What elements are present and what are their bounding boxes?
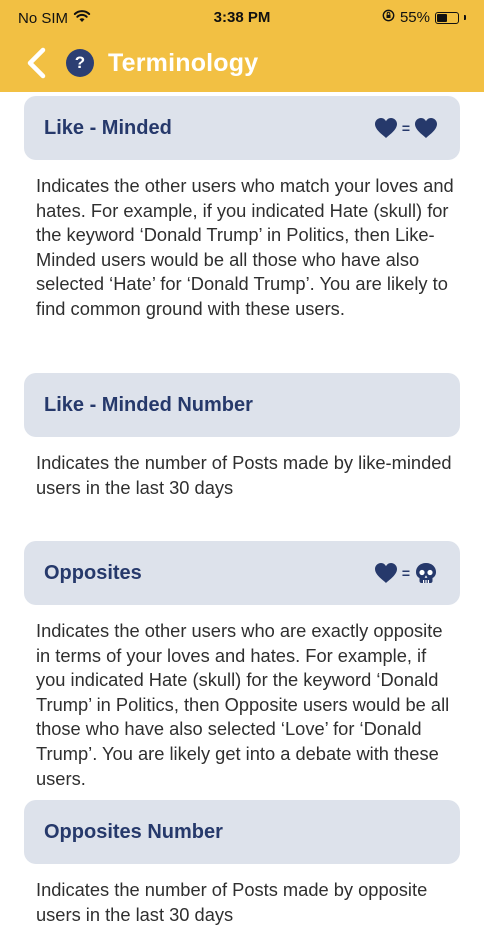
navigation-bar: ? Terminology (0, 38, 484, 88)
term-title: Like - Minded (44, 116, 172, 139)
heart-icon (415, 118, 437, 138)
battery-tip (464, 15, 466, 20)
term-description: Indicates the number of Posts made by li… (36, 452, 452, 498)
help-button[interactable]: ? (66, 49, 94, 77)
term-card-like-minded: Like - Minded = (24, 96, 460, 160)
skull-icon (416, 563, 436, 583)
term-card-opposites: Opposites = (24, 541, 460, 605)
term-title: Like - Minded Number (44, 393, 253, 416)
relation-opposites: = (374, 562, 438, 584)
term-title: Opposites Number (44, 820, 223, 843)
battery-level-fill (437, 13, 447, 22)
app-header: No SIM 3:38 PM 55% ? Terminology (0, 0, 484, 92)
term-description: Indicates the other users who match your… (36, 175, 454, 319)
battery-icon (435, 11, 459, 24)
term-description: Indicates the other users who are exactl… (36, 620, 450, 789)
status-right: 55% (382, 9, 466, 26)
terminology-list: Like - Minded = Indicates the other user… (0, 96, 484, 927)
relation-like-minded: = (374, 117, 438, 139)
term-card-like-minded-number: Like - Minded Number (24, 373, 460, 437)
equals-sign: = (401, 565, 410, 581)
page-title: Terminology (108, 48, 259, 77)
heart-icon (374, 563, 397, 583)
equals-sign: = (401, 120, 410, 136)
orientation-lock-icon (382, 9, 395, 26)
term-card-opposites-number: Opposites Number (24, 800, 460, 864)
status-bar: No SIM 3:38 PM 55% (0, 0, 484, 36)
chevron-left-icon (27, 47, 46, 79)
help-icon-label: ? (74, 53, 86, 72)
back-button[interactable] (20, 43, 52, 83)
term-description: Indicates the number of Posts made by op… (36, 879, 428, 925)
term-title: Opposites (44, 561, 142, 584)
heart-icon (374, 118, 397, 138)
battery-percent: 55% (399, 9, 430, 26)
